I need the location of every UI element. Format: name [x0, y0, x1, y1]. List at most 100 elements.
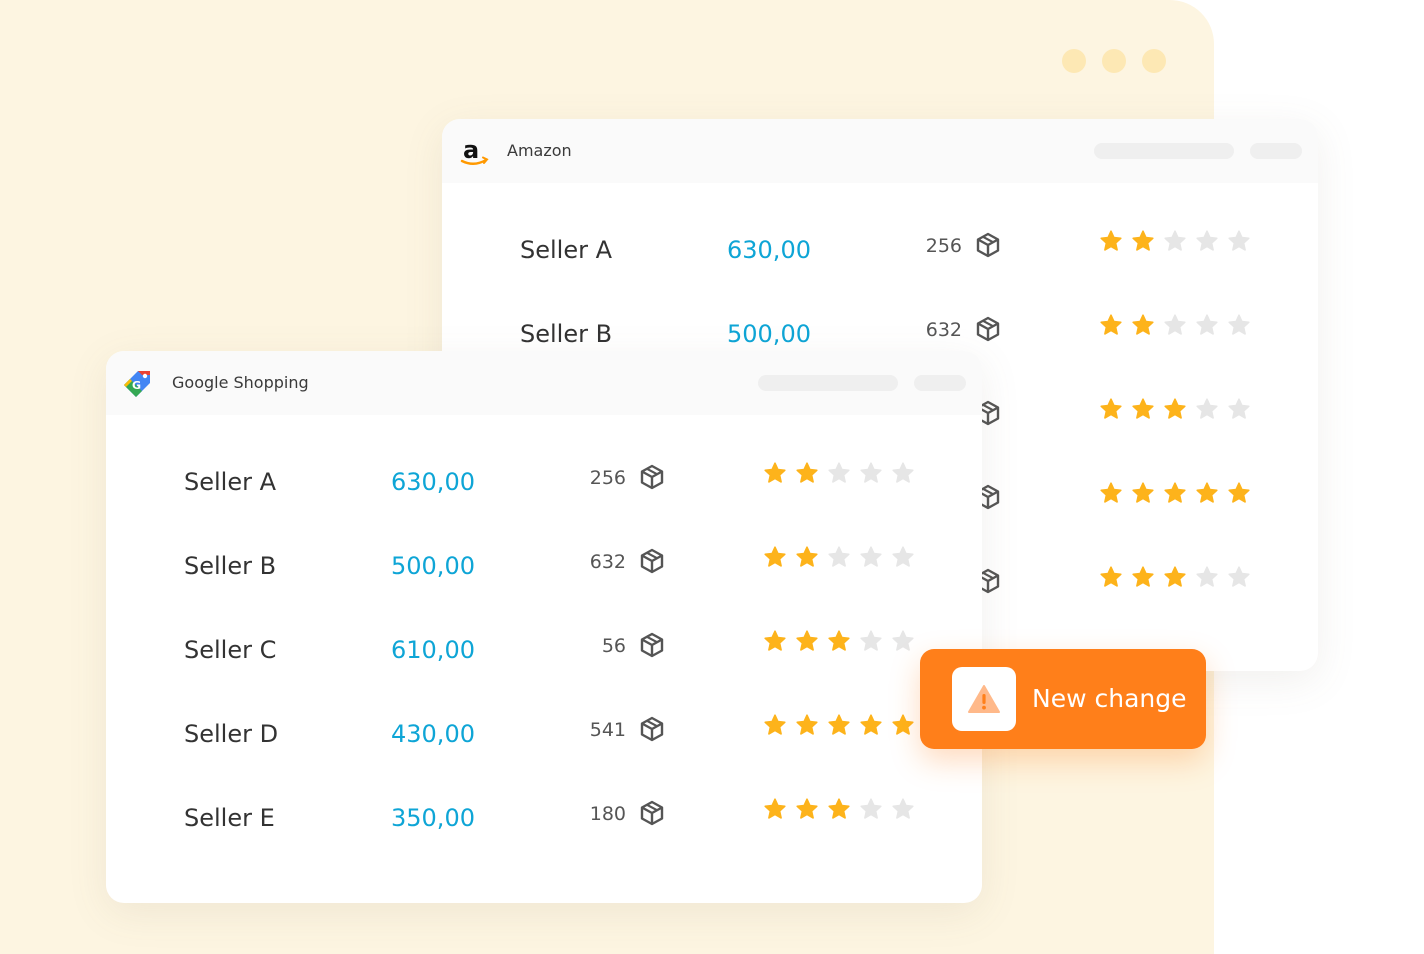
star-rating	[763, 629, 915, 653]
star-empty-icon	[1227, 229, 1251, 253]
star-rating	[1099, 481, 1251, 505]
seller-price: 500,00	[391, 552, 475, 580]
amazon-title: Amazon	[507, 141, 572, 160]
table-row[interactable]: Seller B 500,00 632	[106, 546, 982, 611]
star-filled-icon	[827, 797, 851, 821]
star-empty-icon	[1195, 313, 1219, 337]
package-box-icon	[638, 631, 666, 659]
star-filled-icon	[1227, 481, 1251, 505]
star-rating	[1099, 229, 1251, 253]
amazon-card-header: a Amazon	[442, 119, 1318, 183]
star-empty-icon	[1195, 565, 1219, 589]
seller-price: 630,00	[391, 468, 475, 496]
star-empty-icon	[1195, 229, 1219, 253]
star-filled-icon	[1163, 481, 1187, 505]
warning-icon	[966, 681, 1002, 722]
star-filled-icon	[795, 461, 819, 485]
seller-name: Seller C	[184, 636, 277, 664]
seller-name: Seller B	[520, 320, 613, 348]
star-filled-icon	[1131, 397, 1155, 421]
seller-price: 630,00	[727, 236, 811, 264]
star-filled-icon	[1099, 481, 1123, 505]
seller-price: 610,00	[391, 636, 475, 664]
star-filled-icon	[827, 713, 851, 737]
star-filled-icon	[795, 629, 819, 653]
star-empty-icon	[1163, 313, 1187, 337]
amazon-logo-icon: a	[458, 135, 492, 169]
star-filled-icon	[795, 713, 819, 737]
star-filled-icon	[1099, 397, 1123, 421]
star-filled-icon	[1099, 313, 1123, 337]
star-filled-icon	[763, 461, 787, 485]
seller-name: Seller B	[184, 552, 277, 580]
toast-icon-box	[952, 667, 1016, 731]
package-box-icon	[638, 463, 666, 491]
table-row[interactable]: Seller A 630,00 256	[442, 230, 1318, 295]
star-filled-icon	[763, 797, 787, 821]
stock-quantity: 56	[601, 635, 626, 657]
star-filled-icon	[859, 713, 883, 737]
star-empty-icon	[827, 461, 851, 485]
star-empty-icon	[1227, 397, 1251, 421]
star-empty-icon	[859, 797, 883, 821]
star-empty-icon	[891, 629, 915, 653]
package-box-icon	[974, 315, 1002, 343]
table-row[interactable]: Seller E 350,00 180	[106, 798, 982, 863]
stock-quantity: 632	[589, 551, 626, 573]
star-empty-icon	[859, 545, 883, 569]
header-placeholder-long	[758, 375, 898, 391]
stock-quantity: 632	[925, 319, 962, 341]
table-row[interactable]: Seller D 430,00 541	[106, 714, 982, 779]
star-empty-icon	[891, 545, 915, 569]
star-filled-icon	[891, 713, 915, 737]
star-filled-icon	[1099, 229, 1123, 253]
google-shopping-title: Google Shopping	[172, 373, 309, 392]
table-row[interactable]: Seller C 610,00 56	[106, 630, 982, 695]
toast-label: New change	[1032, 684, 1187, 713]
window-dot-1[interactable]	[1062, 49, 1086, 73]
star-filled-icon	[827, 629, 851, 653]
new-change-toast[interactable]: New change	[920, 649, 1206, 749]
package-box-icon	[638, 547, 666, 575]
stock-quantity: 180	[589, 803, 626, 825]
window-dot-2[interactable]	[1102, 49, 1126, 73]
star-rating	[1099, 397, 1251, 421]
star-rating	[763, 461, 915, 485]
table-row[interactable]: Seller A 630,00 256	[106, 462, 982, 527]
star-filled-icon	[763, 545, 787, 569]
header-placeholder-short	[1250, 143, 1302, 159]
star-filled-icon	[763, 713, 787, 737]
package-box-icon	[638, 715, 666, 743]
star-empty-icon	[1163, 229, 1187, 253]
header-placeholder-long	[1094, 143, 1234, 159]
star-rating	[763, 797, 915, 821]
seller-name: Seller D	[184, 720, 279, 748]
seller-name: Seller A	[184, 468, 277, 496]
star-filled-icon	[795, 797, 819, 821]
seller-name: Seller A	[520, 236, 613, 264]
star-empty-icon	[859, 629, 883, 653]
star-empty-icon	[859, 461, 883, 485]
star-filled-icon	[1195, 481, 1219, 505]
stock-quantity: 256	[589, 467, 626, 489]
star-filled-icon	[1131, 229, 1155, 253]
header-placeholder-short	[914, 375, 966, 391]
google-shopping-logo-icon: G	[120, 365, 156, 401]
star-empty-icon	[1227, 565, 1251, 589]
svg-text:G: G	[132, 379, 141, 392]
star-filled-icon	[1163, 397, 1187, 421]
star-empty-icon	[827, 545, 851, 569]
google-shopping-card-header: G Google Shopping	[106, 351, 982, 415]
window-dot-3[interactable]	[1142, 49, 1166, 73]
stock-quantity: 256	[925, 235, 962, 257]
star-empty-icon	[891, 461, 915, 485]
star-filled-icon	[795, 545, 819, 569]
star-filled-icon	[1099, 565, 1123, 589]
star-empty-icon	[1227, 313, 1251, 337]
package-box-icon	[638, 799, 666, 827]
star-rating	[1099, 565, 1251, 589]
star-filled-icon	[1131, 481, 1155, 505]
star-empty-icon	[891, 797, 915, 821]
package-box-icon	[974, 231, 1002, 259]
star-filled-icon	[763, 629, 787, 653]
